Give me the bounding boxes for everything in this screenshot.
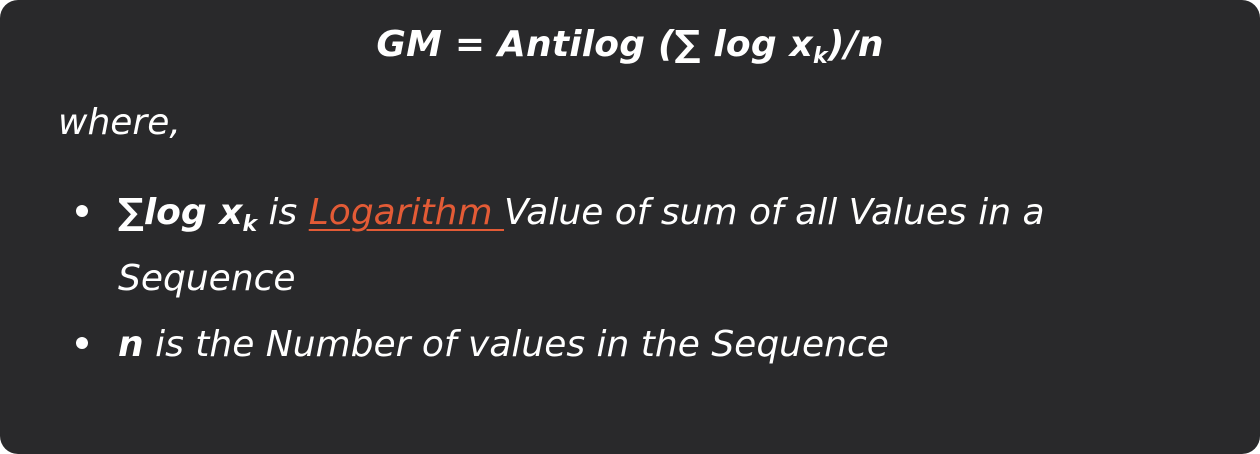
list-item-n: n is the Number of values in the Sequenc… <box>58 312 1198 378</box>
n-term: n <box>118 324 144 365</box>
formula-main: GM = Antilog (∑ log x <box>376 24 813 65</box>
formula-subscript: k <box>812 44 828 69</box>
where-label: where, <box>58 102 181 143</box>
sum-log-term: ∑log xk <box>118 192 257 236</box>
definition-list: ∑log xk is Logarithm Value of sum of all… <box>58 180 1198 378</box>
definition-card: GM = Antilog (∑ log xk)/n where, ∑log xk… <box>0 0 1260 454</box>
sum-log-term-main: ∑log x <box>118 192 243 233</box>
bullet-icon <box>76 337 88 349</box>
logarithm-link[interactable]: Logarithm <box>309 192 504 233</box>
n-text: is the Number of values in the Sequence <box>143 324 889 365</box>
list-item-sum-log: ∑log xk is Logarithm Value of sum of all… <box>58 180 1198 312</box>
sum-log-term-subscript: k <box>242 212 258 237</box>
formula-tail: )/n <box>827 24 884 65</box>
bullet-icon <box>76 205 88 217</box>
formula-heading: GM = Antilog (∑ log xk)/n <box>0 20 1260 70</box>
sum-log-text-before: is <box>257 192 309 233</box>
